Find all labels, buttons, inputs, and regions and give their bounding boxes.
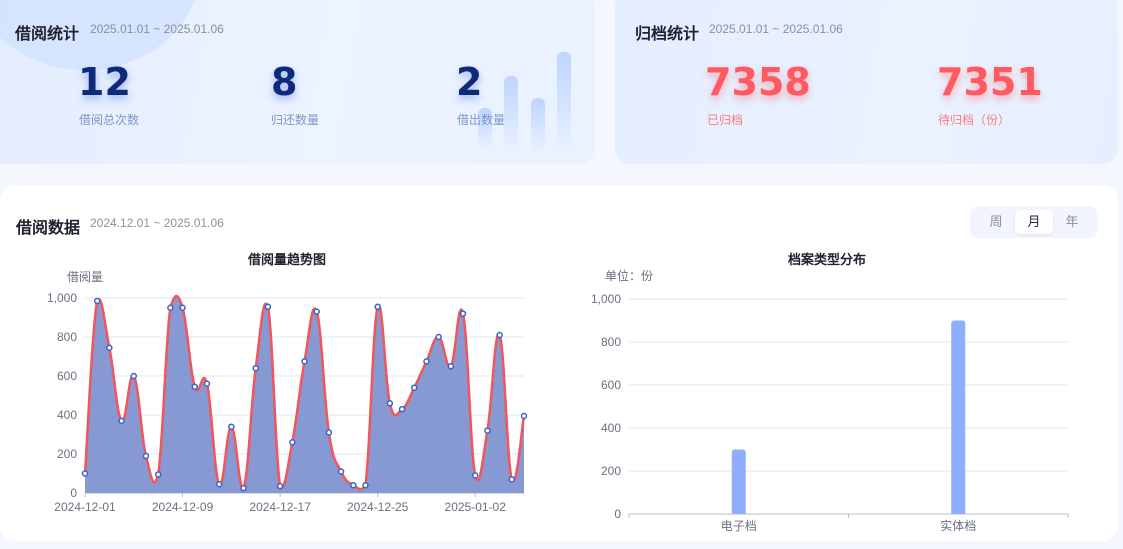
trend-chart-title: 借阅量趋势图 (247, 252, 326, 267)
trend-point (496, 331, 503, 339)
trend-point (471, 472, 479, 479)
trend-point (93, 297, 101, 305)
trend-point (386, 400, 394, 407)
bar-y-axis-label: 单位：份 (605, 268, 653, 283)
trend-point (240, 484, 247, 492)
charts-layer: 借阅量趋势图 借阅量 0 200 400 600 800 1,000 2024-12-01… (47, 252, 1069, 533)
trend-point (398, 405, 406, 413)
trend-point (252, 364, 259, 372)
trend-point (374, 303, 381, 311)
trend-point (264, 303, 272, 311)
trend-point (179, 304, 186, 311)
trend-point (447, 363, 455, 370)
bar (951, 320, 966, 514)
trend-y-tick: 200 (57, 447, 77, 461)
trend-x-tick: 2025-01-02 (445, 500, 507, 514)
trend-point (520, 412, 528, 420)
trend-point (313, 308, 320, 315)
bar-y-tick: 1,000 (591, 292, 621, 306)
trend-y-tick: 0 (70, 486, 77, 500)
trend-point (228, 423, 235, 430)
trend-point (423, 358, 430, 365)
trend-x-tick: 2024-12-09 (152, 500, 214, 514)
trend-point (142, 452, 150, 460)
trend-y-tick: 1,000 (47, 291, 77, 305)
trend-y-tick: 600 (57, 369, 77, 383)
trend-point (276, 482, 284, 490)
bar-y-tick: 800 (601, 335, 621, 349)
trend-point (167, 304, 174, 311)
trend-point (411, 384, 418, 391)
trend-x-tick: 2024-12-17 (249, 500, 311, 514)
type-distribution-chart: 档案类型分布 单位：份 0 200 400 600 800 1,000 电子档 实体档 (591, 252, 1069, 533)
trend-point (203, 380, 211, 388)
bar-x-label: 电子档 (721, 519, 757, 533)
trend-y-tick: 800 (57, 330, 77, 344)
bar-x-label: 实体档 (940, 518, 976, 533)
trend-point (337, 468, 345, 475)
bar (731, 449, 746, 514)
trend-x-tick: 2024-12-01 (54, 500, 116, 514)
trend-y-tick: 400 (57, 408, 77, 422)
trend-point (130, 372, 138, 380)
trend-point (154, 471, 162, 478)
bar-y-tick: 0 (614, 507, 621, 521)
trend-point (106, 344, 113, 351)
bar-y-tick: 400 (601, 421, 621, 435)
trend-point (215, 480, 223, 488)
trend-point (350, 481, 357, 489)
trend-point (191, 383, 198, 390)
trend-y-axis-label: 借阅量 (67, 270, 103, 284)
trend-point (459, 310, 467, 317)
bar-y-tick: 200 (601, 464, 621, 478)
trend-point (289, 439, 296, 446)
trend-chart: 借阅量趋势图 借阅量 0 200 400 600 800 1,000 2024-12-01… (47, 252, 528, 514)
bar-chart-title: 档案类型分布 (788, 252, 866, 267)
trend-point (118, 417, 125, 425)
trend-point (362, 481, 369, 489)
trend-point (435, 333, 442, 341)
bar-y-tick: 600 (601, 378, 621, 392)
trend-point (325, 429, 333, 436)
trend-x-tick: 2024-12-25 (347, 500, 409, 514)
trend-point (81, 470, 89, 477)
trend-point (301, 358, 308, 365)
trend-point (484, 427, 491, 434)
trend-point (508, 476, 516, 483)
